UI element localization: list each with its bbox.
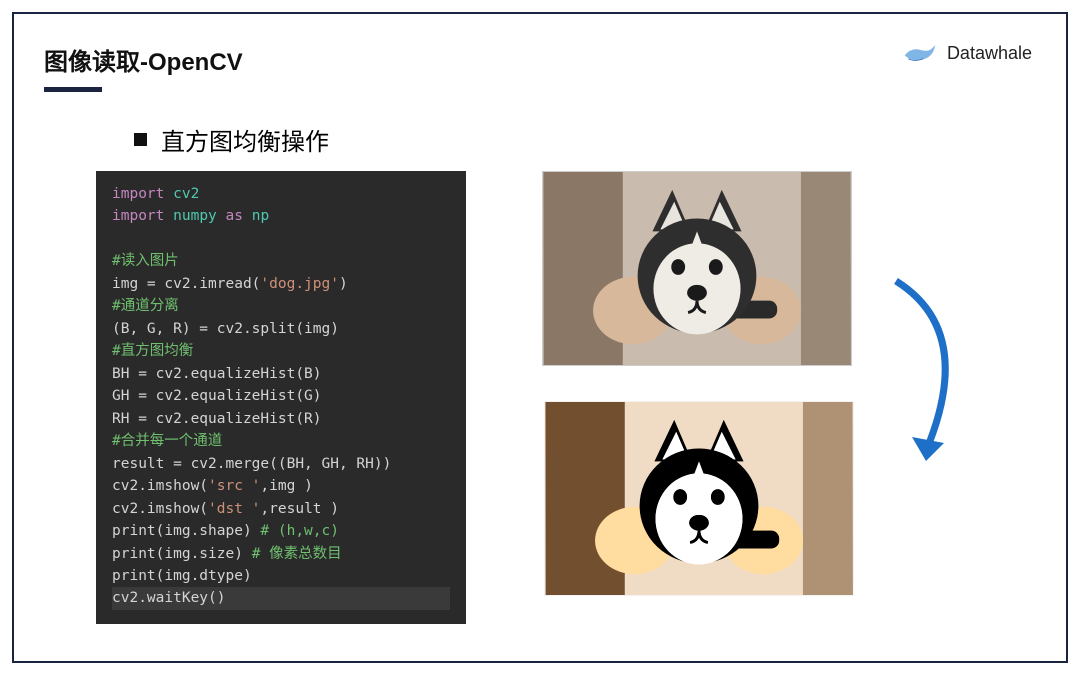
kw-import: import xyxy=(112,186,164,202)
code-line: cv2.imshow('src ',img ) xyxy=(112,478,313,494)
comment: #通道分离 xyxy=(112,298,179,314)
code-line: print(img.size) # 像素总数目 xyxy=(112,546,342,562)
brand-logo: Datawhale xyxy=(903,40,1032,66)
code-line: print(img.dtype) xyxy=(112,568,252,584)
comment: #直方图均衡 xyxy=(112,343,193,359)
arrow-icon xyxy=(866,271,986,471)
mod-cv2: cv2 xyxy=(173,186,199,202)
kw-import: import xyxy=(112,208,164,224)
dog-illustration xyxy=(543,172,851,365)
code-line: cv2.imshow('dst ',result ) xyxy=(112,501,339,517)
result-image xyxy=(544,401,854,596)
mod-np: np xyxy=(252,208,269,224)
kw-as: as xyxy=(226,208,243,224)
subtitle-row: 直方图均衡操作 xyxy=(134,122,1036,157)
source-image xyxy=(542,171,852,366)
code-line: (B, G, R) = cv2.split(img) xyxy=(112,321,339,337)
code-line: RH = cv2.equalizeHist(R) xyxy=(112,411,322,427)
code-block: import cv2 import numpy as np #读入图片 img … xyxy=(96,171,466,624)
code-line: BH = cv2.equalizeHist(B) xyxy=(112,366,322,382)
brand-name: Datawhale xyxy=(947,43,1032,64)
code-line: print(img.shape) # (h,w,c) xyxy=(112,523,339,539)
page-title: 图像读取-OpenCV xyxy=(44,42,1036,77)
code-line: GH = cv2.equalizeHist(G) xyxy=(112,388,322,404)
slide-frame: Datawhale 图像读取-OpenCV 直方图均衡操作 import cv2… xyxy=(12,12,1068,663)
bullet-icon xyxy=(134,133,147,146)
code-line-highlighted: cv2.waitKey() xyxy=(112,587,450,609)
comment: #读入图片 xyxy=(112,253,179,269)
comment: #合并每一个通道 xyxy=(112,433,222,449)
code-line: result = cv2.merge((BH, GH, RH)) xyxy=(112,456,391,472)
mod-numpy: numpy xyxy=(173,208,217,224)
content-row: import cv2 import numpy as np #读入图片 img … xyxy=(44,171,1036,624)
title-underline xyxy=(44,87,102,92)
whale-icon xyxy=(903,40,937,66)
images-column xyxy=(496,171,1016,601)
dog-illustration xyxy=(545,402,853,595)
code-line: img = cv2.imread('dog.jpg') xyxy=(112,276,348,292)
subtitle: 直方图均衡操作 xyxy=(161,122,329,157)
